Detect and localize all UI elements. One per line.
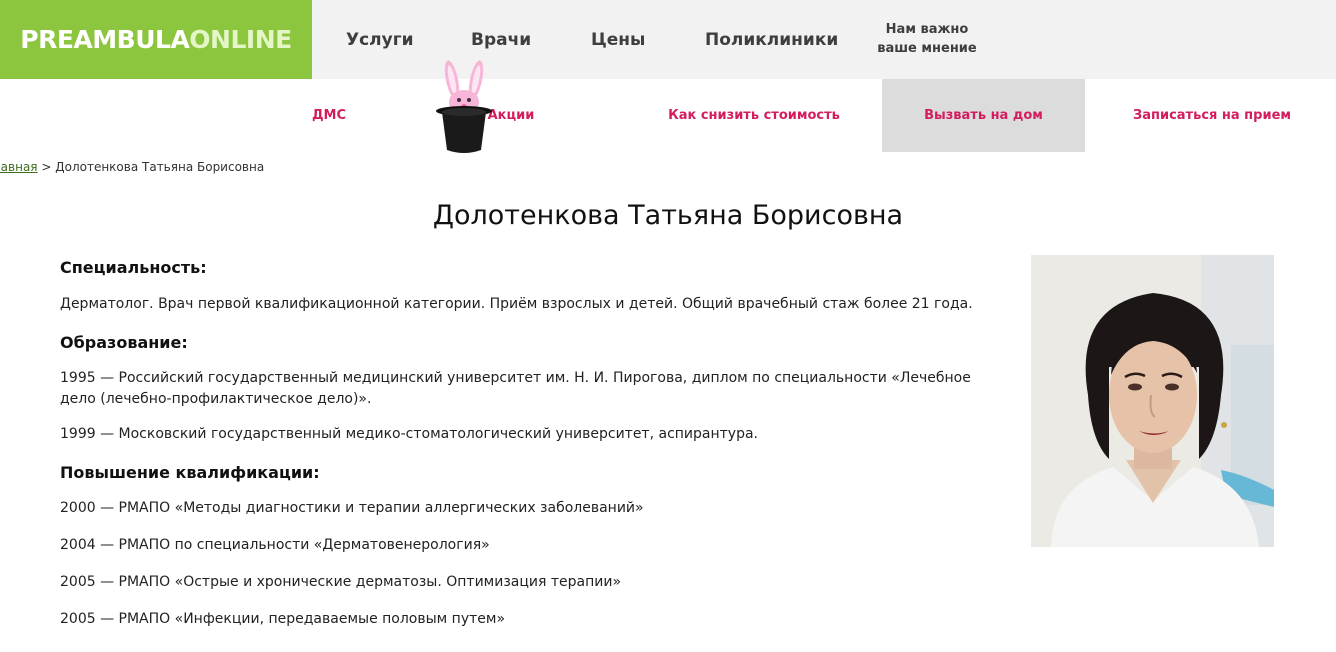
specialty-heading: Специальность: [60,258,207,277]
nav-item-services[interactable]: Услуги [346,0,414,79]
breadcrumb-separator: > [41,160,52,174]
logo-text-online: ONLINE [189,25,292,54]
doctor-photo [1031,255,1274,547]
nav-item-feedback[interactable]: Нам важно ваше мнение [876,20,978,58]
page-title: Долотенкова Татьяна Борисовна [432,200,904,231]
qualification-item: 2005 — РМАПО «Острые и хронические дерма… [60,574,622,590]
nav-item-prices[interactable]: Цены [591,0,645,79]
qualification-item: 2005 — РМАПО «Инфекции, передаваемые пол… [60,611,506,627]
breadcrumb: лавная > Долотенкова Татьяна Борисовна [0,160,264,174]
subnav-item-appointment[interactable]: Записаться на прием [1120,79,1304,152]
nav-item-clinics[interactable]: Поликлиники [705,0,838,79]
specialty-text: Дерматолог. Врач первой квалификационной… [60,296,973,312]
site-logo[interactable]: PREAMBULA ONLINE [0,0,312,79]
magic-hat-bunny-icon [436,60,492,153]
logo-text-preambula: PREAMBULA [20,25,190,54]
qualification-heading: Повышение квалификации: [60,463,320,482]
feedback-line-1: Нам важно [885,22,969,37]
qualification-item: 2004 — РМАПО по специальности «Дерматове… [60,537,490,553]
education-item: 1995 — Российский государственный медици… [60,370,971,407]
subnav-item-home-visit[interactable]: Вызвать на дом [882,79,1085,152]
education-heading: Образование: [60,333,188,352]
breadcrumb-current: Долотенкова Татьяна Борисовна [55,160,265,174]
breadcrumb-home-link[interactable]: лавная [0,160,38,174]
top-navigation-bar: PREAMBULA ONLINE Услуги Врачи Цены Поликл… [0,0,1336,79]
subnav-item-dms[interactable]: ДМС [290,79,368,152]
subnav-item-reduce-cost[interactable]: Как снизить стоимость [660,79,848,152]
feedback-line-2: ваше мнение [877,41,977,56]
qualification-item: 2000 — РМАПО «Методы диагностики и терап… [60,500,644,516]
doctor-profile-content: Специальность: Дерматолог. Врач первой к… [60,258,990,630]
education-item: 1999 — Московский государственный медико… [60,426,758,442]
